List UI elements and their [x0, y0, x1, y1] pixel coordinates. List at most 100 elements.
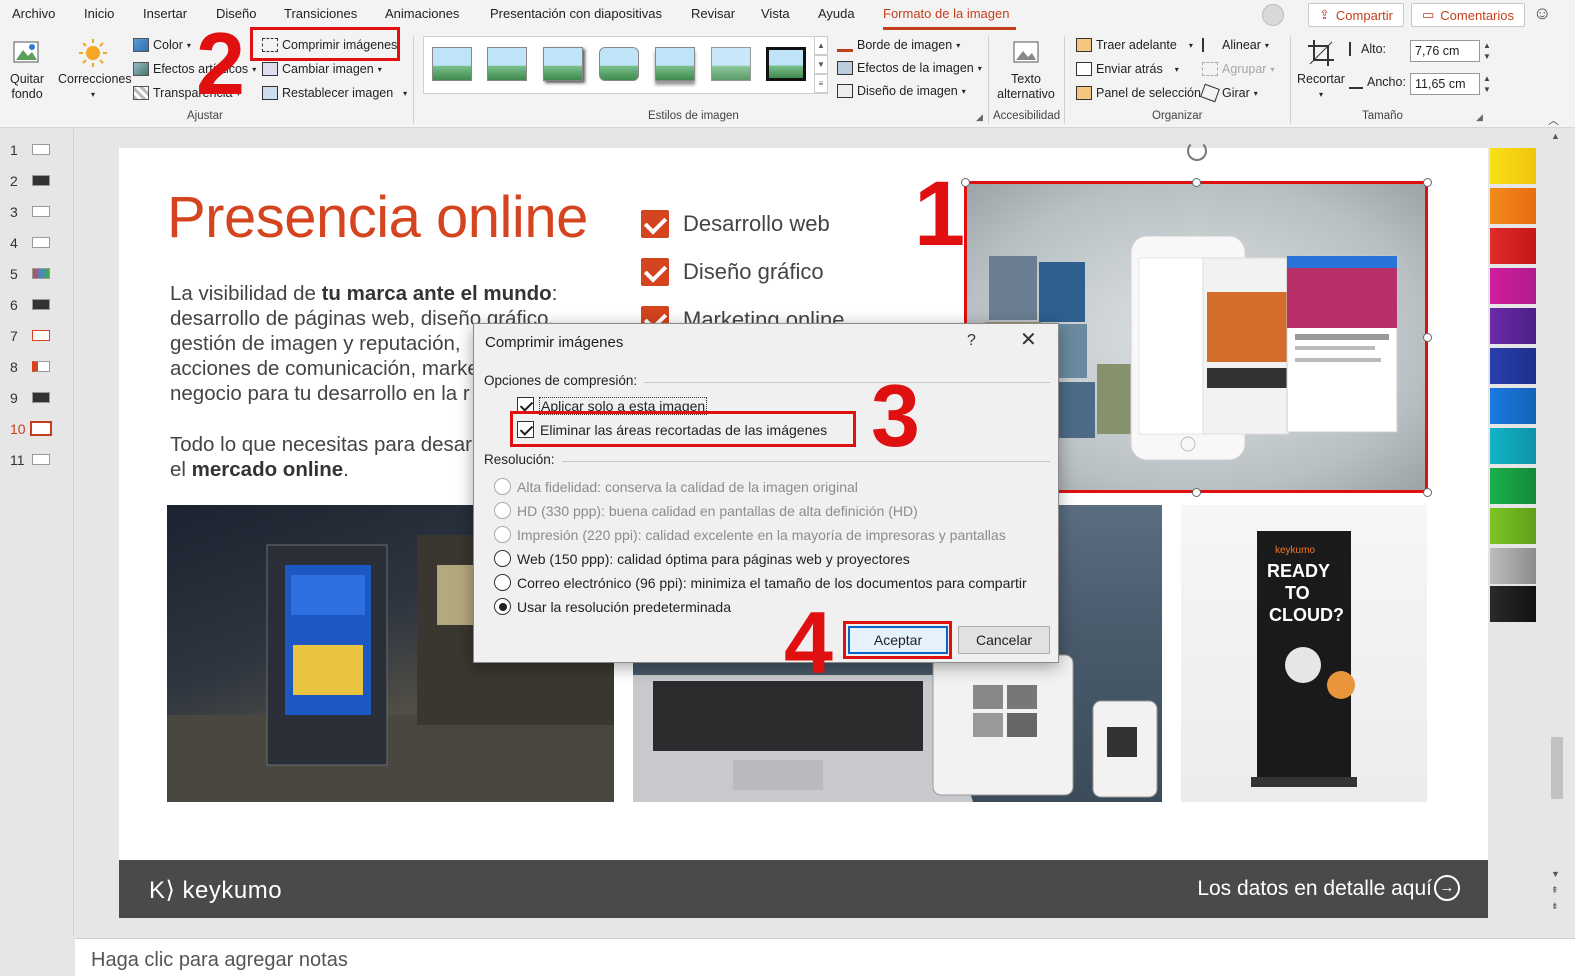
- picture-style-7[interactable]: [766, 47, 806, 81]
- rotate-handle-icon[interactable]: [1187, 141, 1207, 161]
- resolution-default-radio[interactable]: Usar la resolución predeterminada: [494, 598, 731, 615]
- picture-style-4[interactable]: [599, 47, 639, 81]
- next-slide-icon[interactable]: ⇟: [1551, 901, 1559, 912]
- width-input[interactable]: 11,65 cm: [1410, 73, 1480, 95]
- reset-picture-button[interactable]: Restablecer imagen ▾: [262, 86, 407, 100]
- gallery-down-icon[interactable]: ▼: [814, 55, 828, 74]
- feedback-smiley-icon[interactable]: ☺: [1533, 3, 1551, 24]
- vertical-scrollbar[interactable]: ▲ ▼ ⇞ ⇟: [1548, 129, 1566, 919]
- swatch-yellow[interactable]: [1490, 148, 1536, 184]
- gallery-more-icon[interactable]: ≡: [814, 74, 828, 93]
- footer-details-link[interactable]: Los datos en detalle aquí: [1197, 877, 1432, 901]
- menu-archivo[interactable]: Archivo: [12, 6, 55, 21]
- previous-slide-icon[interactable]: ⇞: [1551, 885, 1559, 896]
- swatch-lime[interactable]: [1490, 508, 1536, 544]
- menu-formato-imagen[interactable]: Formato de la imagen: [883, 6, 1009, 21]
- gallery-up-icon[interactable]: ▲: [814, 36, 828, 55]
- resolution-web-radio[interactable]: Web (150 ppp): calidad óptima para págin…: [494, 550, 910, 567]
- arrow-right-circle-icon[interactable]: →: [1434, 875, 1460, 901]
- send-backward-button[interactable]: Enviar atrás ▾: [1076, 62, 1179, 76]
- dialog-launcher-icon[interactable]: ◢: [976, 112, 983, 123]
- crop-button[interactable]: Recortar ▾: [1297, 38, 1345, 102]
- thumbnail-slide-10[interactable]: 10: [0, 418, 74, 440]
- menu-ayuda[interactable]: Ayuda: [818, 6, 855, 21]
- group-button[interactable]: Agrupar ▾: [1202, 62, 1275, 76]
- scroll-down-icon[interactable]: ▼: [1551, 869, 1560, 879]
- slide-paragraph-2[interactable]: Todo lo que necesitas para desar el merc…: [170, 432, 472, 482]
- resize-handle-s[interactable]: [1192, 488, 1201, 497]
- picture-effects-button[interactable]: Efectos de la imagen ▾: [837, 61, 982, 75]
- menu-revisar[interactable]: Revisar: [691, 6, 735, 21]
- remove-background-button[interactable]: Quitar fondo: [6, 38, 48, 102]
- thumbnail-slide-1[interactable]: 1: [0, 139, 74, 161]
- thumbnail-slide-3[interactable]: 3: [0, 201, 74, 223]
- scroll-up-icon[interactable]: ▲: [1551, 131, 1560, 141]
- user-avatar-icon[interactable]: [1262, 4, 1284, 26]
- corrections-button[interactable]: Correcciones ▾: [58, 38, 132, 102]
- thumbnail-slide-5[interactable]: 5: [0, 263, 74, 285]
- resolution-print-radio[interactable]: Impresión (220 ppi): calidad excelente e…: [494, 526, 1006, 543]
- menu-vista[interactable]: Vista: [761, 6, 790, 21]
- picture-border-button[interactable]: Borde de imagen ▾: [837, 38, 960, 52]
- menu-insertar[interactable]: Insertar: [143, 6, 187, 21]
- close-icon[interactable]: ✕: [1020, 330, 1037, 350]
- swatch-cyan[interactable]: [1490, 428, 1536, 464]
- size-dialog-launcher-icon[interactable]: ◢: [1476, 112, 1483, 123]
- checklist-item-2[interactable]: Diseño gráfico: [641, 258, 824, 286]
- thumbnail-slide-9[interactable]: 9: [0, 387, 74, 409]
- resize-handle-e[interactable]: [1423, 333, 1432, 342]
- swatch-black[interactable]: [1490, 586, 1536, 622]
- swatch-blue[interactable]: [1490, 388, 1536, 424]
- alt-text-button[interactable]: Texto alternativo: [994, 38, 1058, 102]
- swatch-orange[interactable]: [1490, 188, 1536, 224]
- collapse-ribbon-icon[interactable]: ︿: [1548, 112, 1559, 128]
- width-spinner-icon[interactable]: ▲ ▼: [1483, 73, 1491, 95]
- height-input[interactable]: 7,76 cm: [1410, 40, 1480, 62]
- share-button[interactable]: ⇪ Compartir: [1308, 3, 1404, 27]
- selection-pane-button[interactable]: Panel de selección: [1076, 86, 1201, 100]
- help-icon[interactable]: ?: [967, 332, 976, 350]
- bring-forward-button[interactable]: Traer adelante ▾: [1076, 38, 1193, 52]
- align-button[interactable]: Alinear ▾: [1202, 38, 1269, 52]
- picture-rollup-banner[interactable]: keykumo READY TO CLOUD?: [1181, 505, 1427, 802]
- checklist-item-1[interactable]: Desarrollo web: [641, 210, 830, 238]
- thumbnail-slide-6[interactable]: 6: [0, 294, 74, 316]
- cancel-button[interactable]: Cancelar: [958, 626, 1050, 654]
- picture-style-6[interactable]: [711, 47, 751, 81]
- swatch-magenta[interactable]: [1490, 268, 1536, 304]
- comments-button[interactable]: ▭ Comentarios: [1411, 3, 1525, 27]
- thumbnail-slide-7[interactable]: 7: [0, 325, 74, 347]
- slide-title[interactable]: Presencia online: [167, 184, 588, 251]
- thumbnail-slide-8[interactable]: 8: [0, 356, 74, 378]
- resolution-email-radio[interactable]: Correo electrónico (96 ppi): minimiza el…: [494, 574, 1027, 591]
- swatch-red[interactable]: [1490, 228, 1536, 264]
- resolution-hd-radio[interactable]: HD (330 ppp): buena calidad en pantallas…: [494, 502, 918, 519]
- picture-style-5[interactable]: [655, 47, 695, 81]
- thumbnail-slide-11[interactable]: 11: [0, 449, 74, 471]
- resolution-high-fidelity-radio[interactable]: Alta fidelidad: conserva la calidad de l…: [494, 478, 858, 495]
- change-picture-button[interactable]: Cambiar imagen ▾: [262, 62, 382, 76]
- menu-transiciones[interactable]: Transiciones: [284, 6, 357, 21]
- picture-style-1[interactable]: [432, 47, 472, 81]
- swatch-purple[interactable]: [1490, 308, 1536, 344]
- notes-pane[interactable]: Haga clic para agregar notas: [75, 938, 1575, 976]
- swatch-gray[interactable]: [1490, 548, 1536, 584]
- swatch-green[interactable]: [1490, 468, 1536, 504]
- menu-inicio[interactable]: Inicio: [84, 6, 114, 21]
- resize-handle-n[interactable]: [1192, 178, 1201, 187]
- picture-layout-button[interactable]: Diseño de imagen ▾: [837, 84, 966, 98]
- resize-handle-ne[interactable]: [1423, 178, 1432, 187]
- menu-presentacion[interactable]: Presentación con diapositivas: [490, 6, 662, 21]
- swatch-indigo[interactable]: [1490, 348, 1536, 384]
- rotate-button[interactable]: Girar ▾: [1200, 83, 1258, 103]
- picture-style-2[interactable]: [487, 47, 527, 81]
- thumbnail-slide-4[interactable]: 4: [0, 232, 74, 254]
- picture-styles-gallery[interactable]: [423, 36, 828, 94]
- color-button[interactable]: Color ▾: [133, 38, 191, 52]
- height-spinner-icon[interactable]: ▲ ▼: [1483, 40, 1491, 62]
- picture-style-3[interactable]: [543, 47, 583, 81]
- thumbnail-slide-2[interactable]: 2: [0, 170, 74, 192]
- resize-handle-se[interactable]: [1423, 488, 1432, 497]
- scrollbar-thumb[interactable]: [1551, 737, 1563, 799]
- menu-animaciones[interactable]: Animaciones: [385, 6, 459, 21]
